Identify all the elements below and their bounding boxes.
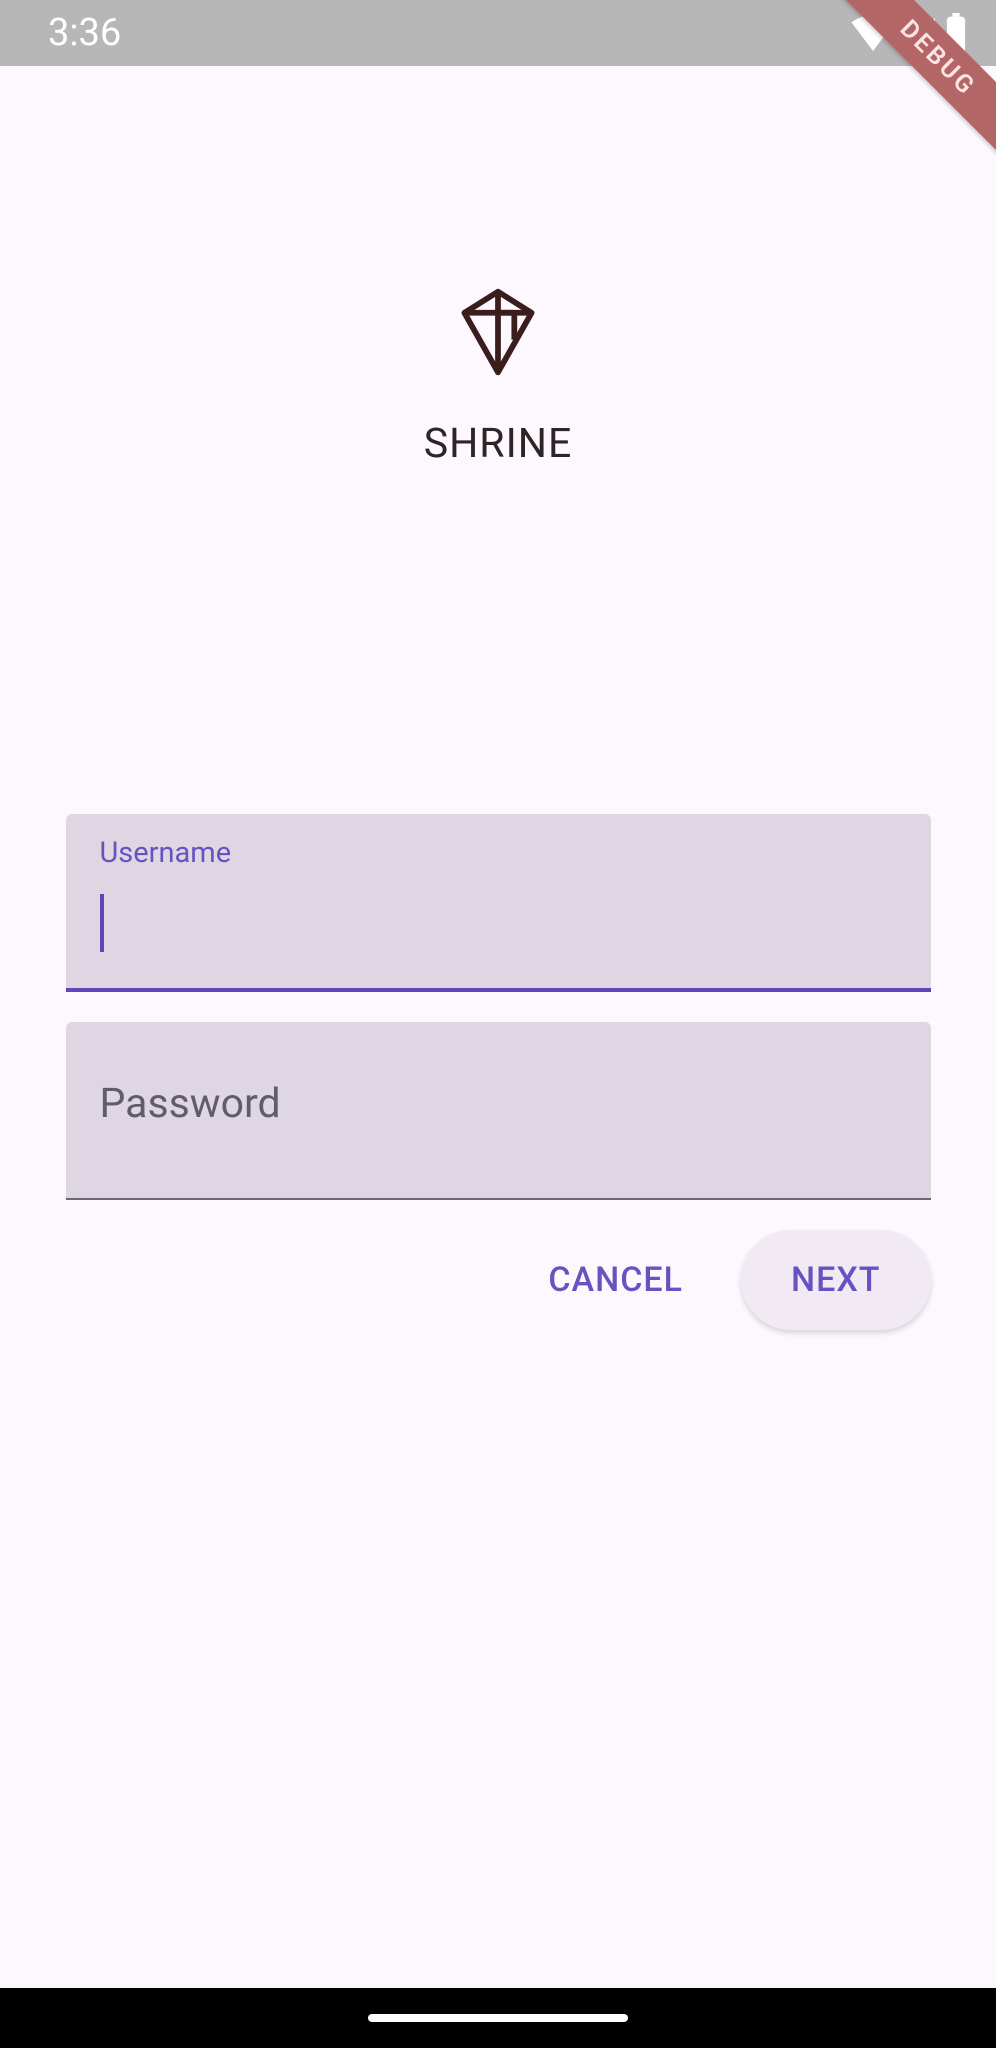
- password-placeholder: Password: [100, 1080, 897, 1128]
- username-field[interactable]: Username: [66, 814, 931, 992]
- status-time: 3:36: [48, 11, 121, 55]
- next-button[interactable]: NEXT: [741, 1230, 931, 1330]
- login-form: Username Password CANCEL NEXT: [66, 814, 931, 1330]
- diamond-icon: [450, 284, 546, 380]
- password-field[interactable]: Password: [66, 1022, 931, 1200]
- username-label: Username: [100, 836, 897, 870]
- status-bar: 3:36: [0, 0, 996, 66]
- logo-block: SHRINE: [424, 284, 573, 468]
- navigation-bar: [0, 1988, 996, 2048]
- text-caret: [100, 894, 104, 952]
- login-screen: SHRINE Username Password CANCEL NEXT: [0, 66, 996, 2048]
- button-row: CANCEL NEXT: [66, 1230, 931, 1330]
- nav-handle[interactable]: [368, 2014, 628, 2022]
- app-name: SHRINE: [424, 420, 573, 468]
- cancel-button[interactable]: CANCEL: [520, 1238, 711, 1322]
